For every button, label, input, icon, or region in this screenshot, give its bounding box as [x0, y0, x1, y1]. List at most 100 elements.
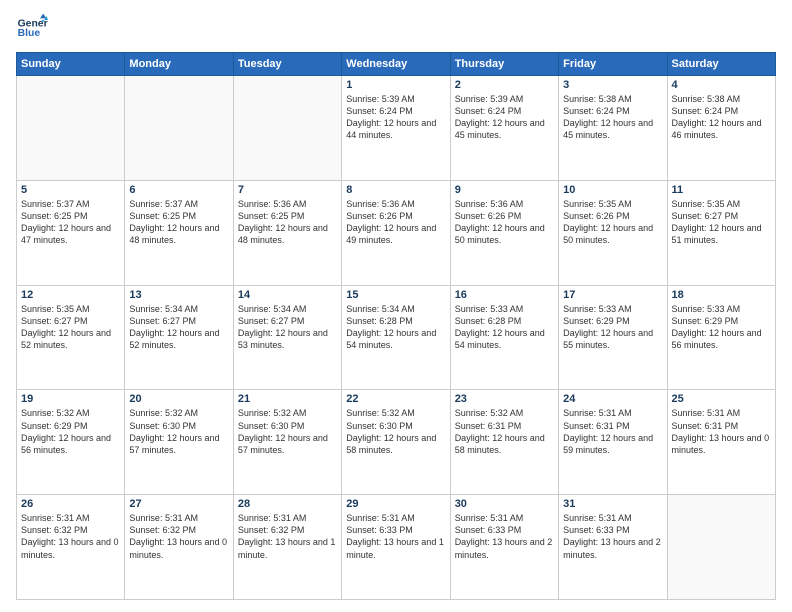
- day-number: 7: [238, 184, 337, 196]
- calendar-cell: 26 Sunrise: 5:31 AM Sunset: 6:32 PM Dayli…: [17, 495, 125, 600]
- day-number: 1: [346, 79, 445, 91]
- cell-info: Sunrise: 5:37 AM Sunset: 6:25 PM Dayligh…: [129, 198, 228, 247]
- weekday-header-sunday: Sunday: [17, 53, 125, 76]
- cell-info: Sunrise: 5:35 AM Sunset: 6:27 PM Dayligh…: [21, 303, 120, 352]
- day-number: 15: [346, 289, 445, 301]
- cell-info: Sunrise: 5:31 AM Sunset: 6:33 PM Dayligh…: [563, 512, 662, 561]
- day-number: 27: [129, 498, 228, 510]
- calendar-cell: 22 Sunrise: 5:32 AM Sunset: 6:30 PM Dayli…: [342, 390, 450, 495]
- logo: General Blue: [16, 12, 52, 44]
- day-number: 22: [346, 393, 445, 405]
- calendar-cell: 30 Sunrise: 5:31 AM Sunset: 6:33 PM Dayli…: [450, 495, 558, 600]
- cell-info: Sunrise: 5:34 AM Sunset: 6:28 PM Dayligh…: [346, 303, 445, 352]
- cell-info: Sunrise: 5:33 AM Sunset: 6:28 PM Dayligh…: [455, 303, 554, 352]
- day-number: 4: [672, 79, 771, 91]
- page: General Blue SundayMondayTuesdayWednesda…: [0, 0, 792, 612]
- calendar-cell: 8Sunrise: 5:36 AM Sunset: 6:26 PM Daylig…: [342, 180, 450, 285]
- calendar-cell: 4 Sunrise: 5:38 AM Sunset: 6:24 PM Daylig…: [667, 76, 775, 181]
- calendar-cell: 25 Sunrise: 5:31 AM Sunset: 6:31 PM Dayli…: [667, 390, 775, 495]
- day-number: 29: [346, 498, 445, 510]
- weekday-header-row: SundayMondayTuesdayWednesdayThursdayFrid…: [17, 53, 776, 76]
- calendar-cell: 19 Sunrise: 5:32 AM Sunset: 6:29 PM Dayli…: [17, 390, 125, 495]
- day-number: 20: [129, 393, 228, 405]
- day-number: 18: [672, 289, 771, 301]
- calendar-cell: [17, 76, 125, 181]
- calendar: SundayMondayTuesdayWednesdayThursdayFrid…: [16, 52, 776, 600]
- calendar-cell: [233, 76, 341, 181]
- day-number: 11: [672, 184, 771, 196]
- cell-info: Sunrise: 5:31 AM Sunset: 6:33 PM Dayligh…: [346, 512, 445, 561]
- cell-info: Sunrise: 5:34 AM Sunset: 6:27 PM Dayligh…: [238, 303, 337, 352]
- calendar-cell: 16 Sunrise: 5:33 AM Sunset: 6:28 PM Dayli…: [450, 285, 558, 390]
- day-number: 9: [455, 184, 554, 196]
- day-number: 19: [21, 393, 120, 405]
- cell-info: Sunrise: 5:39 AM Sunset: 6:24 PM Dayligh…: [455, 93, 554, 142]
- cell-info: Sunrise: 5:31 AM Sunset: 6:32 PM Dayligh…: [238, 512, 337, 561]
- calendar-cell: 17 Sunrise: 5:33 AM Sunset: 6:29 PM Dayli…: [559, 285, 667, 390]
- cell-info: Sunrise: 5:31 AM Sunset: 6:32 PM Dayligh…: [129, 512, 228, 561]
- day-number: 14: [238, 289, 337, 301]
- day-number: 16: [455, 289, 554, 301]
- day-number: 3: [563, 79, 662, 91]
- calendar-cell: 12Sunrise: 5:35 AM Sunset: 6:27 PM Dayli…: [17, 285, 125, 390]
- calendar-cell: 13 Sunrise: 5:34 AM Sunset: 6:27 PM Dayli…: [125, 285, 233, 390]
- weekday-header-tuesday: Tuesday: [233, 53, 341, 76]
- cell-info: Sunrise: 5:33 AM Sunset: 6:29 PM Dayligh…: [672, 303, 771, 352]
- day-number: 6: [129, 184, 228, 196]
- logo-icon: General Blue: [16, 12, 48, 44]
- day-number: 26: [21, 498, 120, 510]
- cell-info: Sunrise: 5:36 AM Sunset: 6:26 PM Dayligh…: [455, 198, 554, 247]
- cell-info: Sunrise: 5:34 AM Sunset: 6:27 PM Dayligh…: [129, 303, 228, 352]
- week-row-3: 19 Sunrise: 5:32 AM Sunset: 6:29 PM Dayli…: [17, 390, 776, 495]
- calendar-cell: 29 Sunrise: 5:31 AM Sunset: 6:33 PM Dayli…: [342, 495, 450, 600]
- day-number: 31: [563, 498, 662, 510]
- cell-info: Sunrise: 5:36 AM Sunset: 6:26 PM Dayligh…: [346, 198, 445, 247]
- calendar-cell: 5Sunrise: 5:37 AM Sunset: 6:25 PM Daylig…: [17, 180, 125, 285]
- day-number: 10: [563, 184, 662, 196]
- day-number: 25: [672, 393, 771, 405]
- weekday-header-saturday: Saturday: [667, 53, 775, 76]
- calendar-cell: 28 Sunrise: 5:31 AM Sunset: 6:32 PM Dayli…: [233, 495, 341, 600]
- day-number: 28: [238, 498, 337, 510]
- day-number: 13: [129, 289, 228, 301]
- calendar-cell: 11 Sunrise: 5:35 AM Sunset: 6:27 PM Dayli…: [667, 180, 775, 285]
- calendar-cell: 3 Sunrise: 5:38 AM Sunset: 6:24 PM Daylig…: [559, 76, 667, 181]
- cell-info: Sunrise: 5:33 AM Sunset: 6:29 PM Dayligh…: [563, 303, 662, 352]
- calendar-cell: 18 Sunrise: 5:33 AM Sunset: 6:29 PM Dayli…: [667, 285, 775, 390]
- calendar-cell: 1 Sunrise: 5:39 AM Sunset: 6:24 PM Daylig…: [342, 76, 450, 181]
- cell-info: Sunrise: 5:35 AM Sunset: 6:26 PM Dayligh…: [563, 198, 662, 247]
- week-row-2: 12Sunrise: 5:35 AM Sunset: 6:27 PM Dayli…: [17, 285, 776, 390]
- cell-info: Sunrise: 5:38 AM Sunset: 6:24 PM Dayligh…: [672, 93, 771, 142]
- calendar-cell: [125, 76, 233, 181]
- cell-info: Sunrise: 5:35 AM Sunset: 6:27 PM Dayligh…: [672, 198, 771, 247]
- calendar-cell: 27 Sunrise: 5:31 AM Sunset: 6:32 PM Dayli…: [125, 495, 233, 600]
- weekday-header-wednesday: Wednesday: [342, 53, 450, 76]
- cell-info: Sunrise: 5:32 AM Sunset: 6:30 PM Dayligh…: [129, 407, 228, 456]
- calendar-cell: [667, 495, 775, 600]
- calendar-cell: 9 Sunrise: 5:36 AM Sunset: 6:26 PM Daylig…: [450, 180, 558, 285]
- day-number: 17: [563, 289, 662, 301]
- calendar-cell: 31 Sunrise: 5:31 AM Sunset: 6:33 PM Dayli…: [559, 495, 667, 600]
- calendar-cell: 23Sunrise: 5:32 AM Sunset: 6:31 PM Dayli…: [450, 390, 558, 495]
- calendar-cell: 14 Sunrise: 5:34 AM Sunset: 6:27 PM Dayli…: [233, 285, 341, 390]
- cell-info: Sunrise: 5:31 AM Sunset: 6:32 PM Dayligh…: [21, 512, 120, 561]
- day-number: 30: [455, 498, 554, 510]
- cell-info: Sunrise: 5:31 AM Sunset: 6:31 PM Dayligh…: [672, 407, 771, 456]
- weekday-header-friday: Friday: [559, 53, 667, 76]
- calendar-cell: 20 Sunrise: 5:32 AM Sunset: 6:30 PM Dayli…: [125, 390, 233, 495]
- weekday-header-thursday: Thursday: [450, 53, 558, 76]
- cell-info: Sunrise: 5:39 AM Sunset: 6:24 PM Dayligh…: [346, 93, 445, 142]
- day-number: 23: [455, 393, 554, 405]
- cell-info: Sunrise: 5:32 AM Sunset: 6:29 PM Dayligh…: [21, 407, 120, 456]
- cell-info: Sunrise: 5:37 AM Sunset: 6:25 PM Dayligh…: [21, 198, 120, 247]
- calendar-cell: 6 Sunrise: 5:37 AM Sunset: 6:25 PM Daylig…: [125, 180, 233, 285]
- cell-info: Sunrise: 5:32 AM Sunset: 6:30 PM Dayligh…: [346, 407, 445, 456]
- calendar-cell: 15 Sunrise: 5:34 AM Sunset: 6:28 PM Dayli…: [342, 285, 450, 390]
- weekday-header-monday: Monday: [125, 53, 233, 76]
- cell-info: Sunrise: 5:31 AM Sunset: 6:33 PM Dayligh…: [455, 512, 554, 561]
- calendar-cell: 10 Sunrise: 5:35 AM Sunset: 6:26 PM Dayli…: [559, 180, 667, 285]
- week-row-1: 5Sunrise: 5:37 AM Sunset: 6:25 PM Daylig…: [17, 180, 776, 285]
- week-row-0: 1 Sunrise: 5:39 AM Sunset: 6:24 PM Daylig…: [17, 76, 776, 181]
- header: General Blue: [16, 12, 776, 44]
- cell-info: Sunrise: 5:38 AM Sunset: 6:24 PM Dayligh…: [563, 93, 662, 142]
